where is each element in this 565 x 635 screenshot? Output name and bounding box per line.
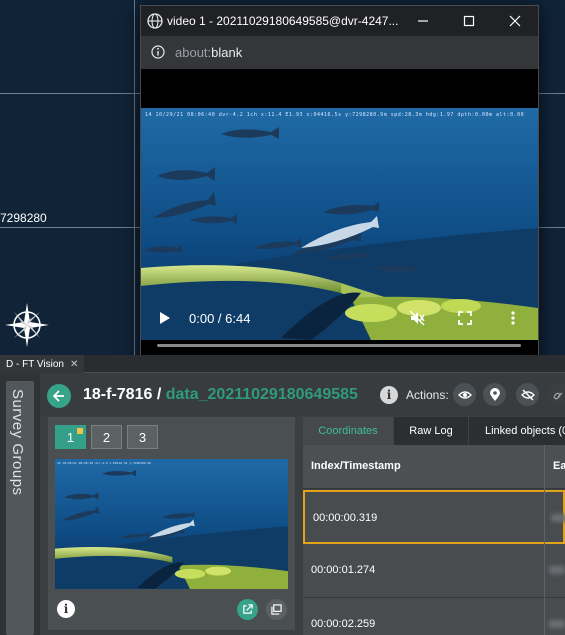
close-tab-icon[interactable]: ✕: [70, 359, 78, 370]
video-player[interactable]: 14 10/29/21 08:06:40 dvr-4.2 1ch x:11.4 …: [141, 108, 538, 340]
breadcrumb-item[interactable]: 18-f-7816: [83, 386, 152, 403]
media-card: 1 2 3 14 10/29/21 08:06:40 dvr-4.2 x:044…: [48, 417, 295, 630]
view-button[interactable]: [453, 383, 476, 406]
open-external-button[interactable]: [237, 599, 258, 620]
tab-coordinates[interactable]: Coordinates: [303, 417, 393, 445]
minimize-button[interactable]: [400, 6, 446, 36]
address-bar[interactable]: about:blank: [141, 36, 538, 69]
gallery-button[interactable]: [266, 599, 287, 620]
media-info-button[interactable]: i: [57, 600, 75, 618]
page-number: 1: [66, 429, 75, 445]
breadcrumb-separator: /: [152, 386, 166, 403]
arrow-left-icon: [53, 390, 64, 402]
compass-rose-icon: [5, 303, 49, 347]
eye-icon: [457, 390, 472, 399]
thumbnail-frame: [55, 459, 288, 589]
maximize-icon: [463, 15, 475, 27]
table-cell-blurred: [549, 566, 565, 574]
link-icon: [553, 391, 563, 399]
map-coordinate-label: 7298280: [0, 211, 47, 225]
close-icon: [509, 15, 521, 27]
info-button[interactable]: i: [380, 386, 398, 404]
page-button-2[interactable]: 2: [91, 425, 122, 449]
hide-button[interactable]: [516, 383, 539, 406]
data-panel: Coordinates Raw Log Linked objects (0 In…: [303, 417, 565, 635]
column-header[interactable]: Ea: [553, 460, 565, 472]
locate-button[interactable]: [483, 383, 506, 406]
table-cell-timestamp: 00:00:02.259: [311, 618, 376, 630]
panel-header: 18-f-7816 / data_20211029180649585 i Act…: [40, 373, 565, 415]
table-cell-blurred: [551, 514, 565, 522]
page-number: 2: [102, 429, 111, 445]
actions-label: Actions:: [406, 388, 449, 402]
panel-tab-title: D - FT Vision: [6, 358, 64, 370]
page-marker: [77, 428, 83, 434]
maximize-button[interactable]: [446, 6, 492, 36]
url-text[interactable]: about:blank: [175, 45, 242, 60]
external-link-icon: [243, 604, 253, 614]
tab-linked-objects[interactable]: Linked objects (0: [469, 417, 565, 445]
breadcrumb: 18-f-7816 / data_20211029180649585: [83, 386, 358, 404]
map-gridline: [134, 0, 135, 355]
back-button[interactable]: [47, 384, 71, 408]
table-row[interactable]: 00:00:01.274: [303, 544, 565, 598]
table-cell-timestamp: 00:00:00.319: [313, 512, 378, 524]
table-cell-timestamp: 00:00:01.274: [311, 564, 376, 576]
url-host: blank: [211, 45, 243, 60]
panel-tab[interactable]: D - FT Vision ✕: [0, 355, 85, 373]
fullscreen-icon[interactable]: [457, 310, 473, 326]
sidebar-label[interactable]: Survey Groups: [9, 389, 26, 496]
table-cell-blurred: [549, 620, 565, 628]
column-header[interactable]: Index/Timestamp: [311, 460, 401, 472]
column-divider: [544, 445, 545, 635]
page-button-3[interactable]: 3: [127, 425, 158, 449]
popup-title: video 1 - 20211029180649585@dvr-4247...: [167, 14, 399, 28]
video-thumbnail[interactable]: 14 10/29/21 08:06:40 dvr-4.2 x:04416.5s …: [55, 459, 288, 589]
table-header: Index/Timestamp Ea: [303, 445, 565, 489]
sidebar: Survey Groups: [0, 373, 40, 635]
table-row[interactable]: 00:00:02.259: [303, 598, 565, 635]
close-button[interactable]: [492, 6, 538, 36]
map-pin-icon: [489, 387, 500, 401]
globe-icon: [147, 13, 163, 29]
underwater-video-frame: [141, 108, 538, 340]
video-popup-window[interactable]: video 1 - 20211029180649585@dvr-4247... …: [140, 5, 539, 368]
eye-off-icon: [520, 388, 535, 401]
video-osd-overlay: 14 10/29/21 08:06:40 dvr-4.2 1ch x:11.4 …: [145, 112, 525, 118]
page-number: 3: [138, 429, 147, 445]
panel-tabstrip: D - FT Vision ✕: [0, 355, 565, 373]
breadcrumb-current: data_20211029180649585: [165, 386, 358, 403]
video-time: 0:00 / 6:44: [189, 311, 251, 326]
tab-raw-log[interactable]: Raw Log: [394, 417, 468, 445]
popup-title-bar[interactable]: video 1 - 20211029180649585@dvr-4247...: [141, 6, 538, 36]
minimize-icon: [418, 20, 428, 22]
thumbnail-osd: 14 10/29/21 08:06:40 dvr-4.2 x:04416.5s …: [57, 461, 151, 465]
gallery-icon: [271, 604, 282, 615]
info-icon[interactable]: [151, 45, 165, 59]
mute-icon[interactable]: [409, 310, 425, 326]
url-scheme: about:: [175, 45, 212, 60]
link-button[interactable]: [548, 383, 565, 406]
table-row[interactable]: 00:00:00.319: [303, 490, 565, 544]
video-progress-bar[interactable]: [157, 344, 521, 347]
app-panel: D - FT Vision ✕ Survey Groups 18-f-7816 …: [0, 355, 565, 635]
page-button-1[interactable]: 1: [55, 425, 86, 449]
more-options-icon[interactable]: [505, 310, 521, 326]
play-icon[interactable]: [157, 311, 171, 325]
